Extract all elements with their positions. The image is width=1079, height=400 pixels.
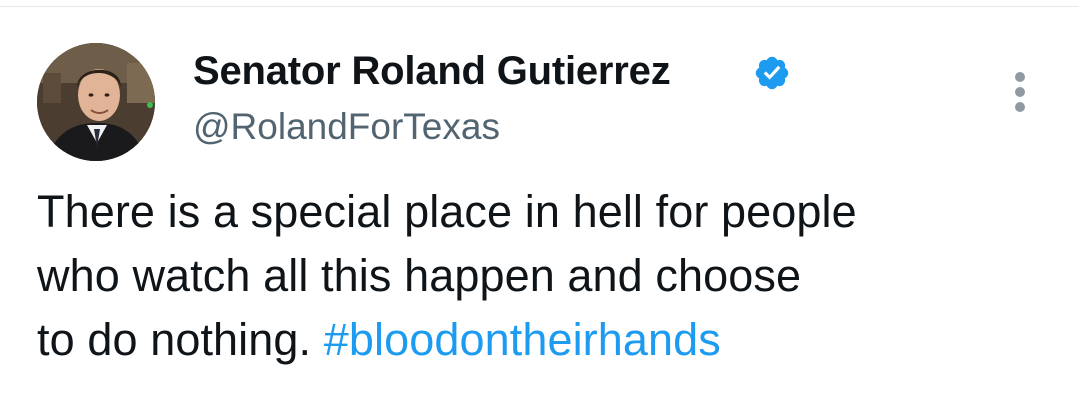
tweet-text-line: who watch all this happen and choose bbox=[37, 250, 802, 301]
more-dot bbox=[1015, 87, 1025, 97]
more-dot bbox=[1015, 102, 1025, 112]
hashtag-link[interactable]: #bloodontheirhands bbox=[324, 314, 721, 365]
more-dot bbox=[1015, 72, 1025, 82]
top-divider bbox=[0, 6, 1079, 7]
more-options-icon[interactable] bbox=[1007, 70, 1033, 114]
verified-badge-icon bbox=[753, 54, 791, 92]
tweet-text: There is a special place in hell for peo… bbox=[37, 180, 1057, 372]
tweet-text-line: to do nothing. #bloodontheirhands bbox=[37, 308, 1057, 372]
tweet-text-line: There is a special place in hell for peo… bbox=[37, 186, 857, 237]
author-display-name[interactable]: Senator Roland Gutierrez bbox=[193, 49, 671, 94]
avatar[interactable] bbox=[37, 43, 155, 161]
author-handle[interactable]: @RolandForTexas bbox=[193, 106, 500, 148]
tweet-text-fragment: to do nothing. bbox=[37, 314, 312, 365]
